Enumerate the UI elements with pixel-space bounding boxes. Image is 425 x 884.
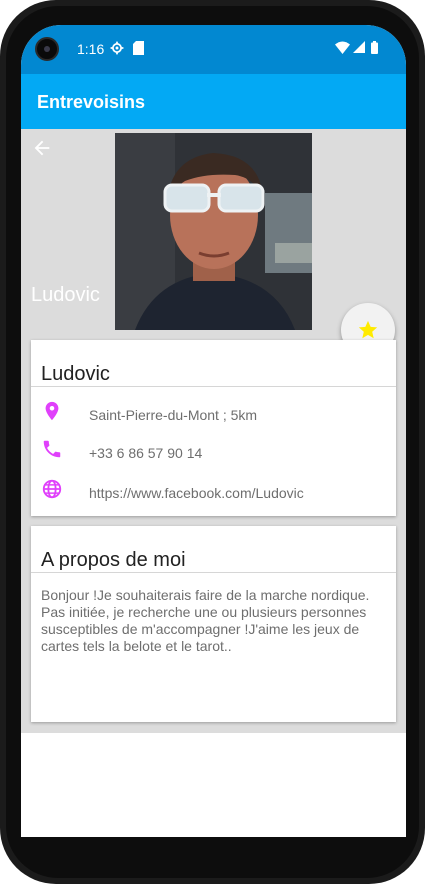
- website-link[interactable]: https://www.facebook.com/Ludovic: [89, 485, 304, 501]
- divider: [31, 572, 396, 573]
- settings-icon: [110, 41, 124, 58]
- info-card: Ludovic Saint-Pierre-du-Mont ; 5km +33 6…: [31, 340, 396, 516]
- front-camera: [35, 37, 59, 61]
- signal-icon: [353, 41, 365, 56]
- profile-photo: [115, 133, 312, 330]
- profile-content: Ludovic Ludovic Saint-Pierre-du-Mont ; 5…: [21, 129, 406, 733]
- status-bar: 1:16: [21, 25, 406, 74]
- app-title: Entrevoisins: [37, 92, 146, 112]
- address-text: Saint-Pierre-du-Mont ; 5km: [89, 407, 258, 423]
- location-pin-icon: [41, 400, 63, 422]
- wifi-icon: [335, 41, 350, 57]
- phone-icon[interactable]: [41, 438, 63, 460]
- status-time: 1:16: [77, 41, 105, 57]
- phone-frame: 1:16 Entrevoisins Ludovic Ludovic Saint-…: [0, 0, 425, 884]
- about-text: Bonjour !Je souhaiterais faire de la mar…: [41, 587, 370, 654]
- phone-number-text[interactable]: +33 6 86 57 90 14: [89, 445, 202, 461]
- screen: 1:16 Entrevoisins Ludovic Ludovic Saint-…: [21, 25, 406, 837]
- star-icon: [358, 320, 378, 339]
- battery-icon: [371, 41, 378, 57]
- app-bar: Entrevoisins: [21, 74, 406, 129]
- about-card: A propos de moi Bonjour !Je souhaiterais…: [31, 526, 396, 722]
- sd-card-icon: [133, 41, 144, 58]
- info-card-name: Ludovic: [41, 363, 110, 385]
- back-arrow-icon[interactable]: [31, 137, 53, 159]
- profile-name-overlay: Ludovic: [31, 284, 100, 306]
- divider: [31, 386, 396, 387]
- about-card-title: A propos de moi: [41, 549, 186, 571]
- globe-icon[interactable]: [41, 478, 63, 500]
